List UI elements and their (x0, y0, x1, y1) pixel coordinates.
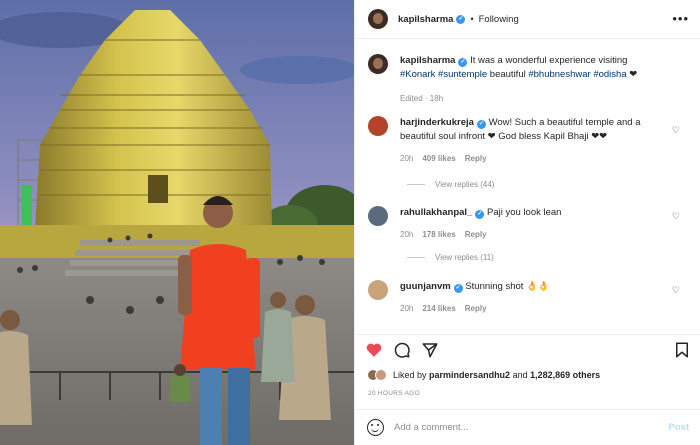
comment-text: guunjanvm ✓ Stunning shot 👌👌 (400, 280, 660, 294)
verified-badge-icon: ✓ (476, 120, 486, 129)
view-replies-button[interactable]: View replies (11) (407, 253, 494, 262)
comment-username[interactable]: harjinderkukreja (400, 117, 474, 128)
caption-meta: Edited · 18h (400, 94, 444, 103)
avatar[interactable] (368, 206, 388, 226)
hashtag-link[interactable]: #Konark (400, 69, 435, 80)
post-timestamp: 20 HOURS AGO (368, 390, 421, 397)
comment-username[interactable]: rahullakhanpal_ (400, 207, 472, 218)
likes-count-link[interactable]: 1,282,869 others (530, 370, 600, 380)
avatar[interactable] (368, 116, 388, 136)
comment-meta: 20h 409 likes Reply (400, 154, 496, 163)
more-options-icon[interactable]: ••• (672, 11, 689, 26)
reply-button[interactable]: Reply (465, 230, 487, 239)
caption-plain-2: beautiful (487, 69, 529, 80)
comment-text: harjinderkukreja ✓ Wow! Such a beautiful … (400, 116, 660, 144)
temple-photo-illustration (0, 0, 354, 445)
comment-age: 20h (400, 230, 414, 239)
likes-mid: and (512, 370, 528, 380)
comment-item: rahullakhanpal_ ✓ Paji you look lean 20h 1… (368, 206, 688, 239)
caption-text: kapilsharma ✓ It was a wonderful experien… (400, 54, 660, 82)
comment-item: harjinderkukreja ✓ Wow! Such a beautiful … (368, 116, 688, 163)
heart-icon[interactable] (365, 341, 383, 359)
comment-item: guunjanvm ✓ Stunning shot 👌👌 20h 214 likes… (368, 280, 688, 314)
caption-username[interactable]: kapilsharma (400, 55, 455, 66)
comment-body: Paji you look lean (486, 207, 562, 218)
post-detail-panel: kapilsharma ✓ • Following ••• kapilsharm… (354, 0, 700, 445)
hashtag-link[interactable]: #bhubneshwar (528, 69, 590, 80)
hashtag-link[interactable]: #suntemple (438, 69, 487, 80)
reply-button[interactable]: Reply (465, 304, 487, 313)
caption-heart: ❤ (626, 69, 638, 80)
likes-summary: Liked by parmindersandhu2 and 1,282,869 … (367, 365, 697, 385)
comment-likes[interactable]: 214 likes (422, 304, 455, 313)
view-replies-label[interactable]: View replies (44) (435, 180, 494, 189)
verified-badge-icon: ✓ (453, 284, 463, 293)
comment-body: Stunning shot 👌👌 (465, 281, 550, 292)
verified-badge-icon: ✓ (456, 14, 466, 24)
separator-dot: • (470, 14, 474, 24)
following-button[interactable]: Following (479, 14, 519, 25)
comment-icon[interactable] (393, 341, 411, 359)
comment-likes[interactable]: 178 likes (422, 230, 455, 239)
view-replies-label[interactable]: View replies (11) (435, 253, 494, 262)
caption: kapilsharma ✓ It was a wonderful experien… (368, 54, 688, 110)
post-photo[interactable] (0, 0, 354, 445)
divider (407, 257, 425, 258)
comment-meta: 20h 178 likes Reply (400, 230, 496, 239)
comment-text: rahullakhanpal_ ✓ Paji you look lean (400, 206, 660, 220)
avatar[interactable] (368, 54, 388, 74)
emoji-icon[interactable] (367, 419, 384, 436)
reply-button[interactable]: Reply (465, 154, 487, 163)
view-replies-button[interactable]: View replies (44) (407, 180, 494, 189)
author-username[interactable]: kapilsharma (398, 14, 453, 25)
comment-heart-icon[interactable]: ♡ (672, 211, 680, 222)
add-comment-bar: Add a comment... Post (355, 409, 700, 445)
comment-meta: 20h 214 likes Reply (400, 304, 496, 313)
likes-prefix: Liked by (393, 370, 427, 380)
divider (407, 184, 425, 185)
action-bar (355, 334, 700, 364)
avatar[interactable] (368, 280, 388, 300)
hashtag-link[interactable]: #odisha (593, 69, 626, 80)
comment-heart-icon[interactable]: ♡ (672, 125, 680, 136)
liked-by-user-link[interactable]: parmindersandhu2 (429, 370, 510, 380)
comment-likes[interactable]: 409 likes (422, 154, 455, 163)
comment-age: 20h (400, 154, 414, 163)
comment-username[interactable]: guunjanvm (400, 281, 451, 292)
comment-heart-icon[interactable]: ♡ (672, 285, 680, 296)
caption-plain-1: It was a wonderful experience visiting (470, 55, 628, 66)
comment-input[interactable]: Add a comment... (394, 422, 468, 433)
verified-badge-icon: ✓ (475, 210, 485, 219)
post-button[interactable]: Post (668, 422, 689, 433)
share-icon[interactable] (421, 341, 439, 359)
comment-age: 20h (400, 304, 414, 313)
bookmark-icon[interactable] (673, 341, 691, 359)
post-header: kapilsharma ✓ • Following ••• (355, 0, 700, 39)
avatar (375, 369, 387, 381)
comments-list[interactable]: kapilsharma ✓ It was a wonderful experien… (355, 40, 700, 334)
avatar[interactable] (368, 9, 388, 29)
verified-badge-icon: ✓ (458, 58, 468, 67)
